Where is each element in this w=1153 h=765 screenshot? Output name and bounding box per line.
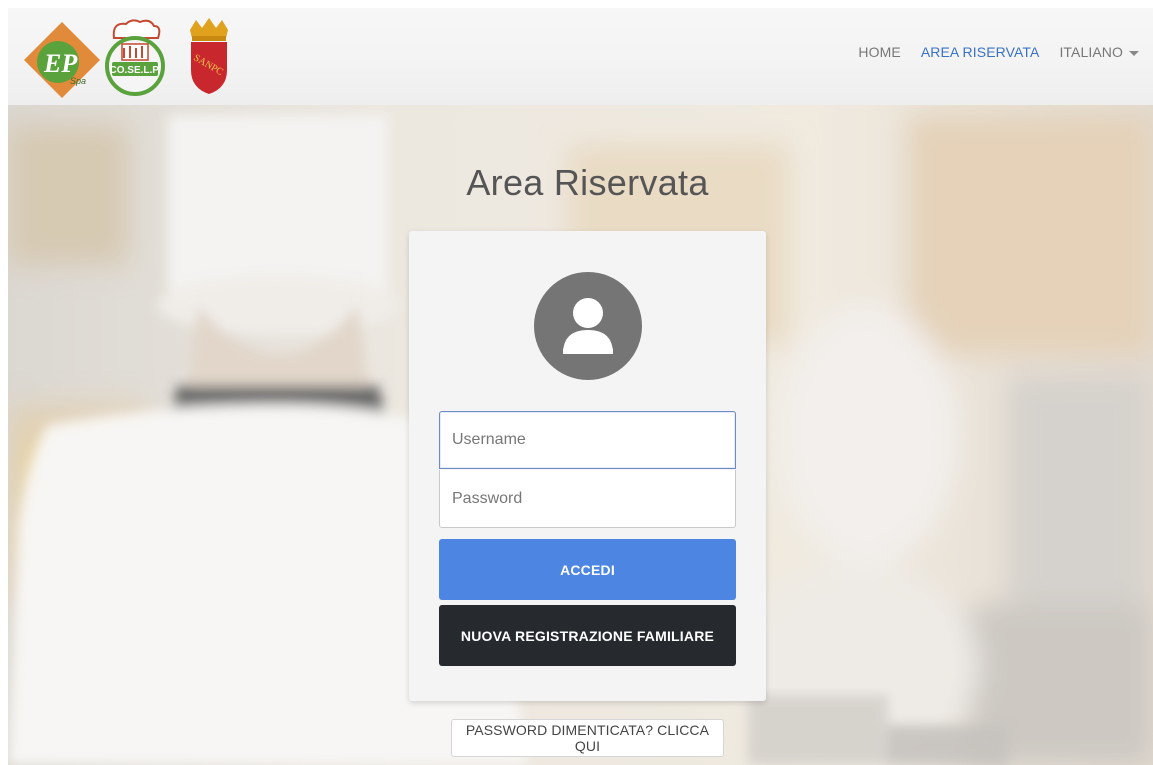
svg-text:Spa: Spa: [70, 76, 86, 86]
login-button[interactable]: ACCEDI: [439, 539, 736, 600]
ep-spa-logo[interactable]: EP Spa: [22, 20, 102, 100]
nav-area-riservata-link[interactable]: AREA RISERVATA: [921, 44, 1040, 60]
new-family-registration-button[interactable]: NUOVA REGISTRAZIONE FAMILIARE: [439, 605, 736, 666]
svg-text:CO.SE.L.P.: CO.SE.L.P.: [110, 65, 161, 76]
chevron-down-icon: [1129, 50, 1139, 56]
coselp-logo[interactable]: CO.SE.L.P.: [102, 18, 168, 98]
language-label: ITALIANO: [1059, 44, 1123, 60]
svg-text:EP: EP: [43, 49, 78, 78]
sanpc-crest[interactable]: SANPC: [186, 16, 232, 96]
username-input[interactable]: [439, 411, 736, 469]
forgot-password-button[interactable]: PASSWORD DIMENTICATA? CLICCA QUI: [451, 719, 724, 757]
user-silhouette-icon: [563, 298, 613, 354]
user-avatar-icon: [534, 272, 642, 380]
page-title: Area Riservata: [466, 162, 709, 203]
password-input[interactable]: [439, 470, 736, 528]
navbar: EP Spa CO.SE.L.P. SANPC HOME AREA RISERV…: [8, 8, 1153, 105]
main-nav: HOME AREA RISERVATA ITALIANO: [858, 44, 1139, 60]
top-strip: [0, 0, 1153, 8]
nav-home-link[interactable]: HOME: [858, 44, 900, 60]
language-dropdown[interactable]: ITALIANO: [1059, 44, 1139, 60]
login-card: ACCEDI NUOVA REGISTRAZIONE FAMILIARE: [409, 231, 766, 701]
